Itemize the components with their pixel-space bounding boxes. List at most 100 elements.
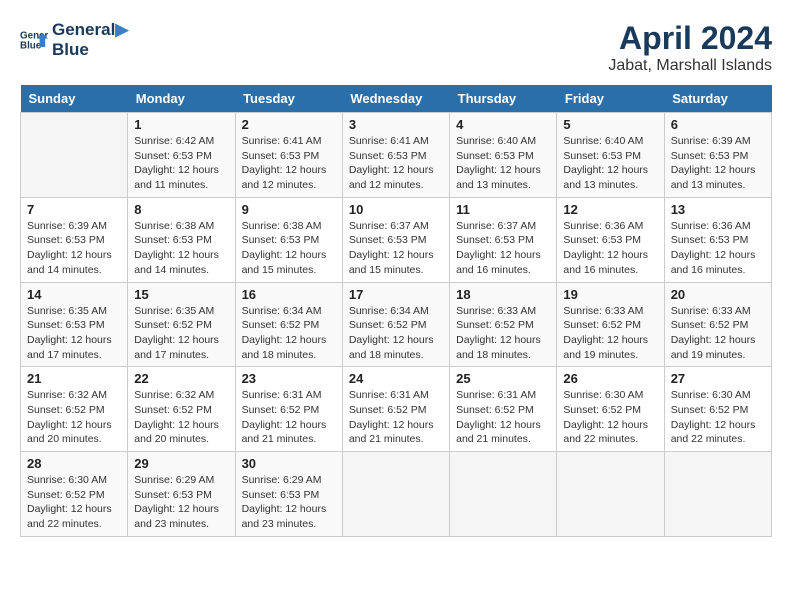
table-row: 13 Sunrise: 6:36 AM Sunset: 6:53 PM Dayl… [664, 197, 771, 282]
calendar-header-row: Sunday Monday Tuesday Wednesday Thursday… [21, 85, 772, 113]
col-monday: Monday [128, 85, 235, 113]
day-number: 21 [27, 371, 121, 386]
day-number: 17 [349, 287, 443, 302]
col-thursday: Thursday [450, 85, 557, 113]
table-row: 15 Sunrise: 6:35 AM Sunset: 6:52 PM Dayl… [128, 282, 235, 367]
day-detail: Sunrise: 6:30 AM Sunset: 6:52 PM Dayligh… [27, 473, 121, 532]
table-row: 6 Sunrise: 6:39 AM Sunset: 6:53 PM Dayli… [664, 113, 771, 198]
day-number: 11 [456, 202, 550, 217]
table-row: 1 Sunrise: 6:42 AM Sunset: 6:53 PM Dayli… [128, 113, 235, 198]
table-row: 30 Sunrise: 6:29 AM Sunset: 6:53 PM Dayl… [235, 452, 342, 537]
day-detail: Sunrise: 6:38 AM Sunset: 6:53 PM Dayligh… [242, 219, 336, 278]
col-saturday: Saturday [664, 85, 771, 113]
day-detail: Sunrise: 6:35 AM Sunset: 6:52 PM Dayligh… [134, 304, 228, 363]
table-row: 10 Sunrise: 6:37 AM Sunset: 6:53 PM Dayl… [342, 197, 449, 282]
table-row: 9 Sunrise: 6:38 AM Sunset: 6:53 PM Dayli… [235, 197, 342, 282]
day-number: 2 [242, 117, 336, 132]
day-number: 29 [134, 456, 228, 471]
col-wednesday: Wednesday [342, 85, 449, 113]
day-number: 9 [242, 202, 336, 217]
day-detail: Sunrise: 6:40 AM Sunset: 6:53 PM Dayligh… [456, 134, 550, 193]
table-row: 7 Sunrise: 6:39 AM Sunset: 6:53 PM Dayli… [21, 197, 128, 282]
day-number: 22 [134, 371, 228, 386]
table-row: 18 Sunrise: 6:33 AM Sunset: 6:52 PM Dayl… [450, 282, 557, 367]
table-row: 14 Sunrise: 6:35 AM Sunset: 6:53 PM Dayl… [21, 282, 128, 367]
table-row: 27 Sunrise: 6:30 AM Sunset: 6:52 PM Dayl… [664, 367, 771, 452]
calendar-week-row: 21 Sunrise: 6:32 AM Sunset: 6:52 PM Dayl… [21, 367, 772, 452]
day-number: 7 [27, 202, 121, 217]
col-tuesday: Tuesday [235, 85, 342, 113]
day-number: 15 [134, 287, 228, 302]
table-row: 2 Sunrise: 6:41 AM Sunset: 6:53 PM Dayli… [235, 113, 342, 198]
table-row: 23 Sunrise: 6:31 AM Sunset: 6:52 PM Dayl… [235, 367, 342, 452]
day-detail: Sunrise: 6:38 AM Sunset: 6:53 PM Dayligh… [134, 219, 228, 278]
table-row: 5 Sunrise: 6:40 AM Sunset: 6:53 PM Dayli… [557, 113, 664, 198]
day-detail: Sunrise: 6:31 AM Sunset: 6:52 PM Dayligh… [349, 388, 443, 447]
table-row: 19 Sunrise: 6:33 AM Sunset: 6:52 PM Dayl… [557, 282, 664, 367]
svg-text:Blue: Blue [20, 41, 42, 52]
table-row: 28 Sunrise: 6:30 AM Sunset: 6:52 PM Dayl… [21, 452, 128, 537]
day-number: 20 [671, 287, 765, 302]
table-row: 22 Sunrise: 6:32 AM Sunset: 6:52 PM Dayl… [128, 367, 235, 452]
day-number: 18 [456, 287, 550, 302]
table-row: 12 Sunrise: 6:36 AM Sunset: 6:53 PM Dayl… [557, 197, 664, 282]
calendar-table: Sunday Monday Tuesday Wednesday Thursday… [20, 85, 772, 537]
day-detail: Sunrise: 6:36 AM Sunset: 6:53 PM Dayligh… [563, 219, 657, 278]
day-detail: Sunrise: 6:33 AM Sunset: 6:52 PM Dayligh… [563, 304, 657, 363]
table-row [557, 452, 664, 537]
day-number: 16 [242, 287, 336, 302]
day-detail: Sunrise: 6:30 AM Sunset: 6:52 PM Dayligh… [563, 388, 657, 447]
calendar-week-row: 1 Sunrise: 6:42 AM Sunset: 6:53 PM Dayli… [21, 113, 772, 198]
location-title: Jabat, Marshall Islands [608, 57, 772, 75]
day-detail: Sunrise: 6:41 AM Sunset: 6:53 PM Dayligh… [242, 134, 336, 193]
day-number: 14 [27, 287, 121, 302]
day-detail: Sunrise: 6:29 AM Sunset: 6:53 PM Dayligh… [242, 473, 336, 532]
table-row [664, 452, 771, 537]
calendar-week-row: 28 Sunrise: 6:30 AM Sunset: 6:52 PM Dayl… [21, 452, 772, 537]
day-detail: Sunrise: 6:37 AM Sunset: 6:53 PM Dayligh… [349, 219, 443, 278]
day-number: 30 [242, 456, 336, 471]
day-number: 26 [563, 371, 657, 386]
day-detail: Sunrise: 6:30 AM Sunset: 6:52 PM Dayligh… [671, 388, 765, 447]
day-detail: Sunrise: 6:34 AM Sunset: 6:52 PM Dayligh… [242, 304, 336, 363]
day-detail: Sunrise: 6:29 AM Sunset: 6:53 PM Dayligh… [134, 473, 228, 532]
logo-icon: General Blue [20, 26, 48, 54]
table-row: 8 Sunrise: 6:38 AM Sunset: 6:53 PM Dayli… [128, 197, 235, 282]
day-number: 19 [563, 287, 657, 302]
logo-text: General▶ [52, 20, 128, 40]
day-detail: Sunrise: 6:34 AM Sunset: 6:52 PM Dayligh… [349, 304, 443, 363]
day-number: 12 [563, 202, 657, 217]
table-row: 16 Sunrise: 6:34 AM Sunset: 6:52 PM Dayl… [235, 282, 342, 367]
table-row: 25 Sunrise: 6:31 AM Sunset: 6:52 PM Dayl… [450, 367, 557, 452]
table-row: 29 Sunrise: 6:29 AM Sunset: 6:53 PM Dayl… [128, 452, 235, 537]
calendar-week-row: 7 Sunrise: 6:39 AM Sunset: 6:53 PM Dayli… [21, 197, 772, 282]
day-detail: Sunrise: 6:40 AM Sunset: 6:53 PM Dayligh… [563, 134, 657, 193]
day-detail: Sunrise: 6:32 AM Sunset: 6:52 PM Dayligh… [27, 388, 121, 447]
day-detail: Sunrise: 6:31 AM Sunset: 6:52 PM Dayligh… [456, 388, 550, 447]
day-detail: Sunrise: 6:33 AM Sunset: 6:52 PM Dayligh… [671, 304, 765, 363]
table-row: 26 Sunrise: 6:30 AM Sunset: 6:52 PM Dayl… [557, 367, 664, 452]
table-row: 3 Sunrise: 6:41 AM Sunset: 6:53 PM Dayli… [342, 113, 449, 198]
table-row: 11 Sunrise: 6:37 AM Sunset: 6:53 PM Dayl… [450, 197, 557, 282]
table-row: 20 Sunrise: 6:33 AM Sunset: 6:52 PM Dayl… [664, 282, 771, 367]
day-number: 23 [242, 371, 336, 386]
table-row: 21 Sunrise: 6:32 AM Sunset: 6:52 PM Dayl… [21, 367, 128, 452]
day-number: 5 [563, 117, 657, 132]
col-friday: Friday [557, 85, 664, 113]
calendar-week-row: 14 Sunrise: 6:35 AM Sunset: 6:53 PM Dayl… [21, 282, 772, 367]
day-number: 4 [456, 117, 550, 132]
table-row: 4 Sunrise: 6:40 AM Sunset: 6:53 PM Dayli… [450, 113, 557, 198]
col-sunday: Sunday [21, 85, 128, 113]
day-detail: Sunrise: 6:32 AM Sunset: 6:52 PM Dayligh… [134, 388, 228, 447]
day-number: 24 [349, 371, 443, 386]
day-number: 28 [27, 456, 121, 471]
logo-subtext: Blue [52, 40, 128, 60]
month-year-title: April 2024 [608, 20, 772, 57]
day-number: 1 [134, 117, 228, 132]
day-detail: Sunrise: 6:31 AM Sunset: 6:52 PM Dayligh… [242, 388, 336, 447]
table-row [450, 452, 557, 537]
title-block: April 2024 Jabat, Marshall Islands [608, 20, 772, 75]
table-row [342, 452, 449, 537]
day-detail: Sunrise: 6:35 AM Sunset: 6:53 PM Dayligh… [27, 304, 121, 363]
day-detail: Sunrise: 6:36 AM Sunset: 6:53 PM Dayligh… [671, 219, 765, 278]
